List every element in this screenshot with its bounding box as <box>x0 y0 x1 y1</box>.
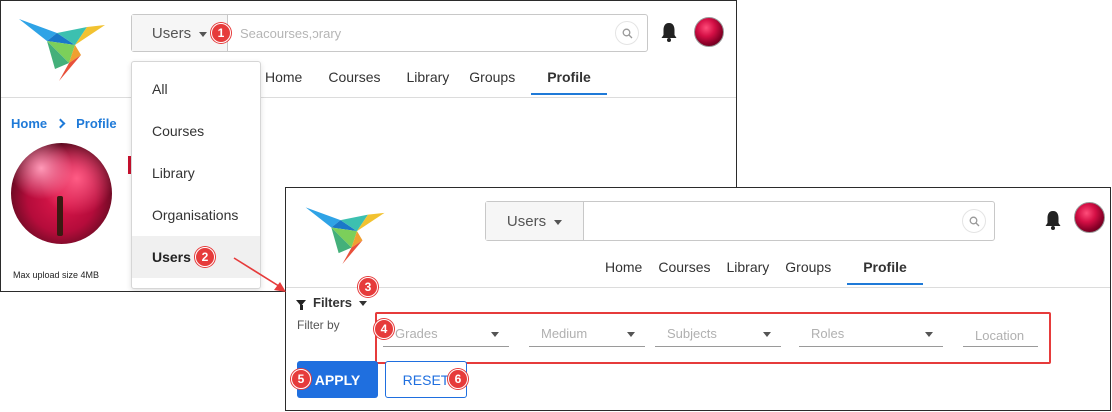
filter-by-label: Filter by <box>297 318 340 332</box>
subjects-select[interactable]: Subjects <box>655 321 781 347</box>
medium-label: Medium <box>541 326 588 341</box>
profile-picture-detail <box>57 196 63 236</box>
dropdown-item-organisations[interactable]: Organisations <box>132 194 260 236</box>
dropdown-item-library[interactable]: Library <box>132 152 260 194</box>
search-input[interactable] <box>584 202 962 240</box>
roles-select[interactable]: Roles <box>799 321 943 347</box>
chevron-down-icon <box>554 219 563 225</box>
callout-1: 1 <box>211 23 231 43</box>
subjects-label: Subjects <box>667 326 717 341</box>
grades-label: Grades <box>395 326 438 341</box>
callout-2: 2 <box>195 247 215 267</box>
location-input[interactable]: Location <box>963 321 1038 347</box>
nav-library[interactable]: Library <box>389 59 458 95</box>
search-bar: Users <box>485 201 995 241</box>
search-scope-label: Users <box>506 212 547 230</box>
filters-toggle[interactable]: Filters <box>296 295 368 310</box>
chevron-down-icon <box>627 332 635 337</box>
chevron-right-icon <box>55 118 66 129</box>
main-nav: Home Courses Library Groups Profile <box>597 249 923 285</box>
roles-label: Roles <box>811 326 845 341</box>
nav-home[interactable]: Home <box>597 249 650 285</box>
hummingbird-logo <box>305 207 385 265</box>
callout-3: 3 <box>358 277 378 297</box>
nav-library[interactable]: Library <box>719 249 778 285</box>
callout-6: 6 <box>448 369 468 389</box>
breadcrumb-profile[interactable]: Profile <box>76 116 116 131</box>
nav-courses[interactable]: Courses <box>310 59 388 95</box>
breadcrumb: Home Profile <box>11 116 117 131</box>
nav-groups[interactable]: Groups <box>777 249 839 285</box>
upload-size-note: Max upload size 4MB <box>13 270 100 280</box>
location-label: Location <box>975 328 1025 343</box>
chevron-down-icon <box>199 31 208 37</box>
chevron-down-icon <box>359 301 368 306</box>
avatar[interactable] <box>1074 202 1105 233</box>
nav-divider <box>286 287 1110 288</box>
medium-select[interactable]: Medium <box>529 321 645 347</box>
tutorial-composite: Users Home Courses Library Groups Profil… <box>0 0 1112 412</box>
breadcrumb-home[interactable]: Home <box>11 116 47 131</box>
avatar[interactable] <box>694 17 724 47</box>
search-icon[interactable] <box>962 209 986 233</box>
nav-profile[interactable]: Profile <box>531 59 607 95</box>
dropdown-item-courses[interactable]: Courses <box>132 110 260 152</box>
callout-4: 4 <box>374 319 394 339</box>
callout-5: 5 <box>291 369 311 389</box>
nav-profile[interactable]: Profile <box>847 249 923 285</box>
dropdown-item-all[interactable]: All <box>132 68 260 110</box>
front-screenshot: Users Home Courses Library Groups Profil… <box>285 187 1111 411</box>
search-icon[interactable] <box>615 21 639 45</box>
grades-select[interactable]: Grades <box>383 321 509 347</box>
chevron-down-icon <box>491 332 499 337</box>
hummingbird-logo <box>19 19 105 81</box>
bell-icon[interactable] <box>659 21 679 43</box>
search-input[interactable] <box>228 15 615 51</box>
filter-icon <box>296 299 306 310</box>
search-scope-select[interactable]: Users <box>486 202 584 240</box>
filters-title: Filters <box>313 295 353 310</box>
chevron-down-icon <box>763 332 771 337</box>
nav-divider <box>1 97 736 98</box>
nav-courses[interactable]: Courses <box>650 249 718 285</box>
main-nav: Home Courses Library Groups Profile <box>257 59 607 95</box>
nav-home[interactable]: Home <box>257 59 310 95</box>
bell-icon[interactable] <box>1043 209 1063 231</box>
chevron-down-icon <box>925 332 933 337</box>
nav-groups[interactable]: Groups <box>457 59 523 95</box>
search-scope-label: Users <box>151 24 192 42</box>
search-bar: Users <box>131 14 648 52</box>
arrow-icon <box>233 257 286 292</box>
